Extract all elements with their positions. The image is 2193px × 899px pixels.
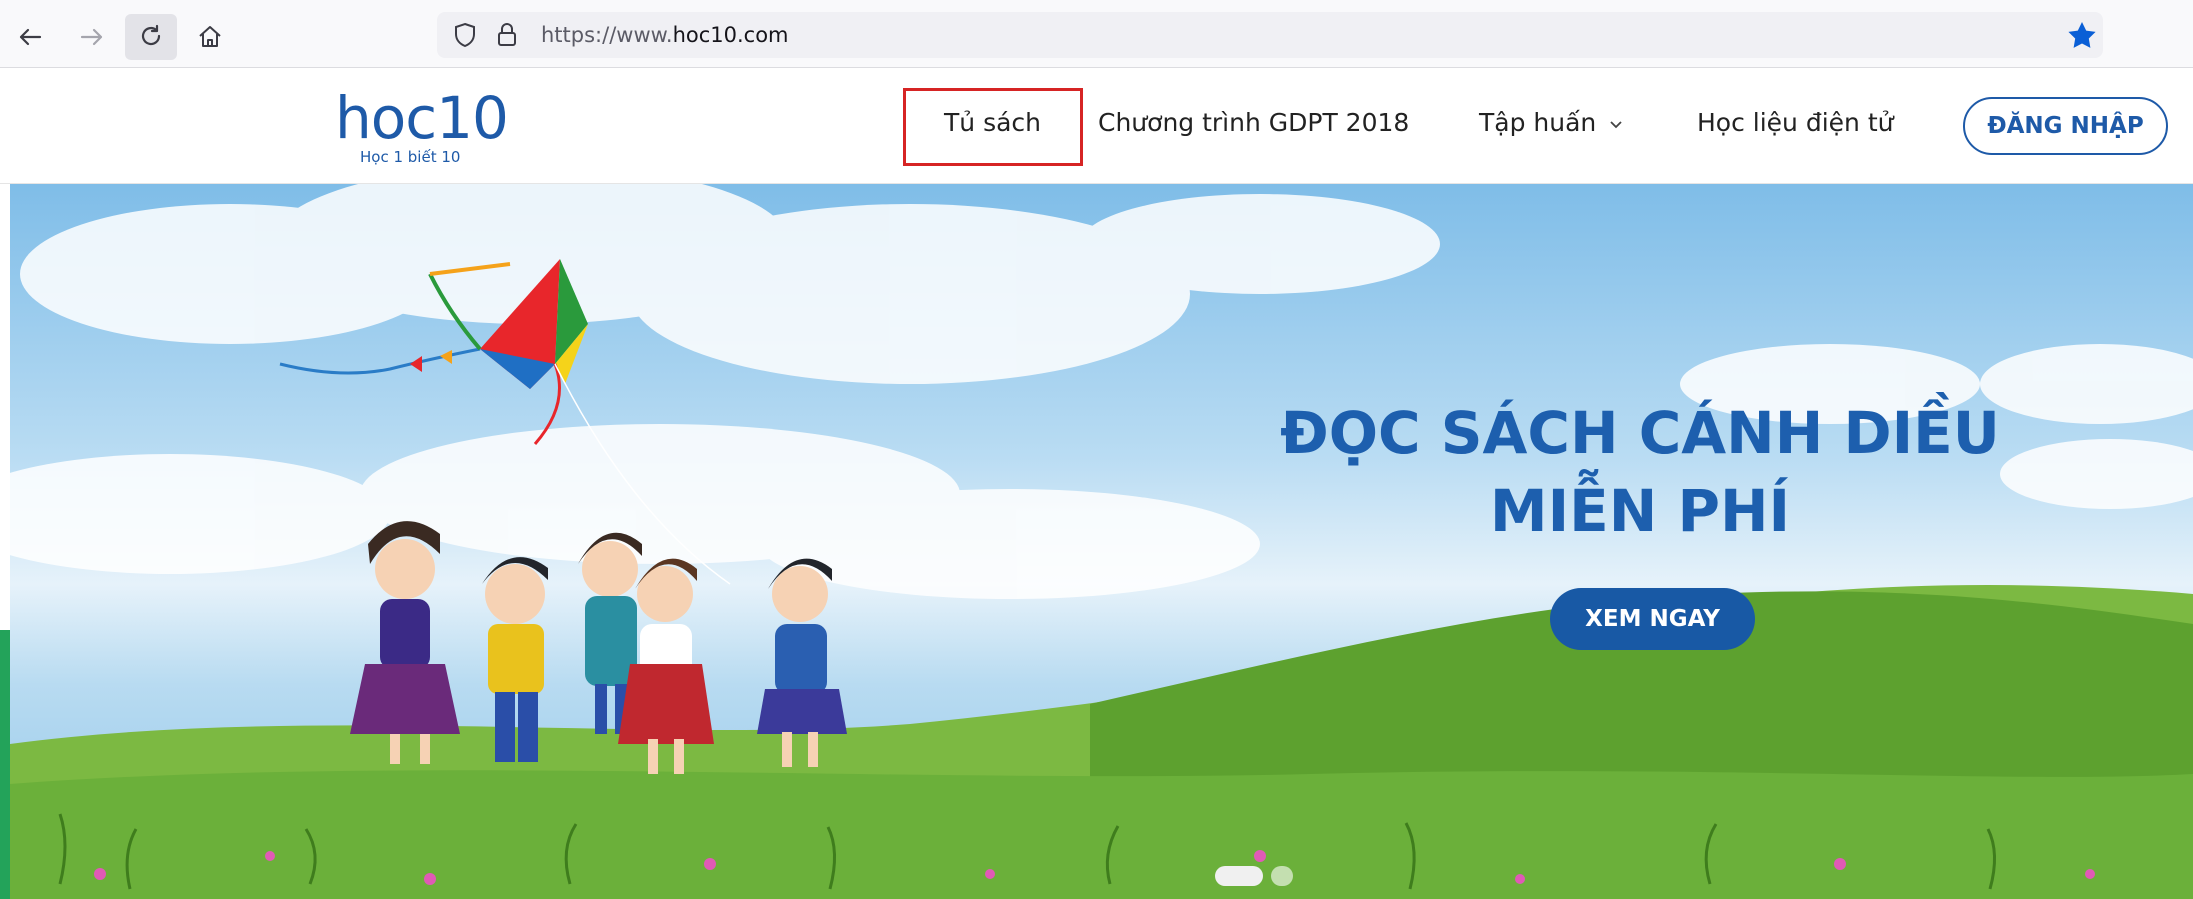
nav-tap-huan-label: Tập huấn: [1479, 108, 1597, 137]
home-button[interactable]: [184, 14, 236, 60]
nav-hoc-lieu[interactable]: Học liệu điện tử: [1697, 108, 1893, 137]
url-prefix: https://www.: [541, 23, 673, 47]
reload-icon: [141, 24, 161, 46]
back-arrow-icon: [19, 28, 42, 46]
nav-tap-huan[interactable]: Tập huấn: [1479, 108, 1624, 137]
site-logo[interactable]: hoc10 Học 1 biết 10: [335, 88, 515, 168]
xem-ngay-button[interactable]: XEM NGAY: [1550, 588, 1755, 650]
forward-button[interactable]: [66, 14, 118, 60]
login-button[interactable]: ĐĂNG NHẬP: [1963, 97, 2168, 155]
url-text[interactable]: https://www.hoc10.com: [541, 23, 789, 47]
chevron-down-icon: [1610, 121, 1622, 129]
forward-arrow-icon: [80, 28, 103, 46]
hero-title-line2: MIỄN PHÍ: [1489, 477, 1791, 545]
shield-icon[interactable]: [451, 21, 479, 49]
reload-button[interactable]: [125, 14, 177, 60]
address-bar[interactable]: https://www.hoc10.com: [437, 12, 2103, 58]
lock-icon[interactable]: [493, 21, 521, 49]
logo-text: hoc10: [335, 84, 509, 152]
hero-title: ĐỌC SÁCH CÁNH DIỀU MIỄN PHÍ: [1190, 394, 2090, 550]
carousel-dots: [1215, 866, 1293, 886]
hero-title-line1: ĐỌC SÁCH CÁNH DIỀU: [1280, 399, 2000, 467]
browser-toolbar: https://www.hoc10.com: [0, 0, 2193, 68]
nav-tu-sach[interactable]: Tủ sách: [944, 108, 1041, 137]
site-header: hoc10 Học 1 biết 10 Tủ sách Chương trình…: [0, 68, 2193, 184]
back-button[interactable]: [4, 14, 56, 60]
url-domain: hoc10.com: [672, 23, 789, 47]
nav-chuong-trinh[interactable]: Chương trình GDPT 2018: [1098, 108, 1409, 137]
carousel-dot-active[interactable]: [1215, 866, 1263, 886]
logo-tagline: Học 1 biết 10: [360, 148, 461, 166]
side-accent-bar: [0, 630, 10, 899]
bookmark-star-icon[interactable]: [2065, 19, 2099, 53]
home-icon: [199, 26, 221, 47]
carousel-dot[interactable]: [1271, 866, 1293, 886]
hero-banner: ĐỌC SÁCH CÁNH DIỀU MIỄN PHÍ XEM NGAY: [10, 184, 2193, 899]
